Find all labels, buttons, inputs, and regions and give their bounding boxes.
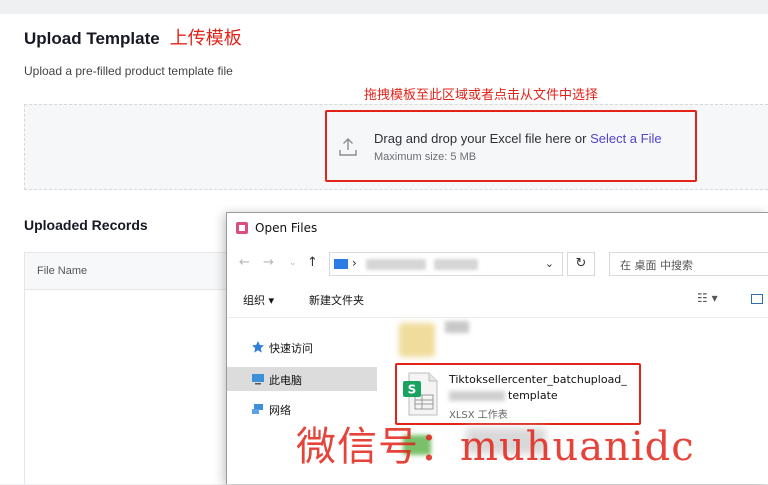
new-folder-button[interactable]: 新建文件夹 (309, 292, 364, 308)
page-title: Upload Template (24, 29, 160, 48)
file-name-line2[interactable]: template (508, 389, 558, 402)
select-file-link[interactable]: Select a File (590, 131, 662, 146)
file-name-line1[interactable]: Tiktoksellercenter_batchupload_ (449, 373, 627, 386)
blurred-path-segment (434, 259, 478, 270)
nav-label: 此电脑 (269, 374, 302, 387)
page-header: Upload Template 上传模板 (24, 24, 242, 50)
search-input[interactable] (618, 254, 768, 276)
folder-icon (334, 259, 348, 269)
nav-item-quick-access[interactable]: 快速访问 (227, 335, 377, 359)
xlsx-file-icon[interactable]: S (401, 371, 439, 417)
nav-label: 网络 (269, 404, 291, 417)
blurred-path-segment (366, 259, 426, 270)
network-icon (252, 404, 263, 414)
nav-item-this-pc[interactable]: 此电脑 (227, 367, 377, 391)
recent-chevron-icon[interactable]: ⌄ (289, 258, 297, 268)
title-annotation: 上传模板 (169, 28, 242, 49)
svg-text:S: S (408, 383, 417, 397)
search-box[interactable] (609, 252, 768, 276)
max-size-note: Maximum size: 5 MB (374, 151, 477, 163)
organize-menu[interactable]: 组织 ▾ (243, 292, 274, 308)
uploaded-records-title: Uploaded Records (24, 217, 148, 233)
back-arrow-icon[interactable]: ← (239, 255, 250, 270)
refresh-icon[interactable]: ↻ (567, 252, 595, 276)
nav-label: 快速访问 (269, 342, 313, 355)
watermark-text: 微信号：muhuanidc (296, 424, 695, 470)
dropzone-instruction: Drag and drop your Excel file here or Se… (374, 131, 662, 146)
blurred-file-name-part (449, 391, 505, 401)
dropzone-text: Drag and drop your Excel file here or (374, 131, 591, 146)
computer-icon (252, 374, 264, 385)
address-bar[interactable]: › ⌄ (329, 252, 563, 276)
address-row: ← → ⌄ ↑ › ⌄ ↻ (227, 249, 768, 279)
dialog-title: Open Files (255, 221, 318, 235)
preview-pane-icon[interactable] (751, 294, 763, 304)
dialog-toolbar: 组织 ▾ 新建文件夹 ☷ ▾ (227, 285, 768, 313)
column-file-name: File Name (37, 265, 88, 277)
app-icon (236, 222, 248, 234)
upload-icon (339, 138, 357, 156)
up-arrow-icon[interactable]: ↑ (307, 255, 318, 270)
forward-arrow-icon[interactable]: → (263, 255, 274, 270)
view-options-icon[interactable]: ☷ ▾ (697, 291, 718, 305)
path-separator: › (352, 256, 357, 270)
dropzone-highlight-box (325, 110, 697, 182)
dialog-titlebar: Open Files (235, 221, 317, 235)
chevron-down-icon[interactable]: ⌄ (545, 257, 554, 270)
toolbar-divider (227, 317, 768, 318)
blurred-folder (399, 323, 435, 357)
page-subtitle: Upload a pre-filled product template fil… (24, 64, 233, 78)
hint-annotation: 拖拽模板至此区域或者点击从文件中选择 (364, 88, 599, 103)
pin-icon (252, 341, 264, 353)
blurred-folder-name (445, 321, 469, 333)
